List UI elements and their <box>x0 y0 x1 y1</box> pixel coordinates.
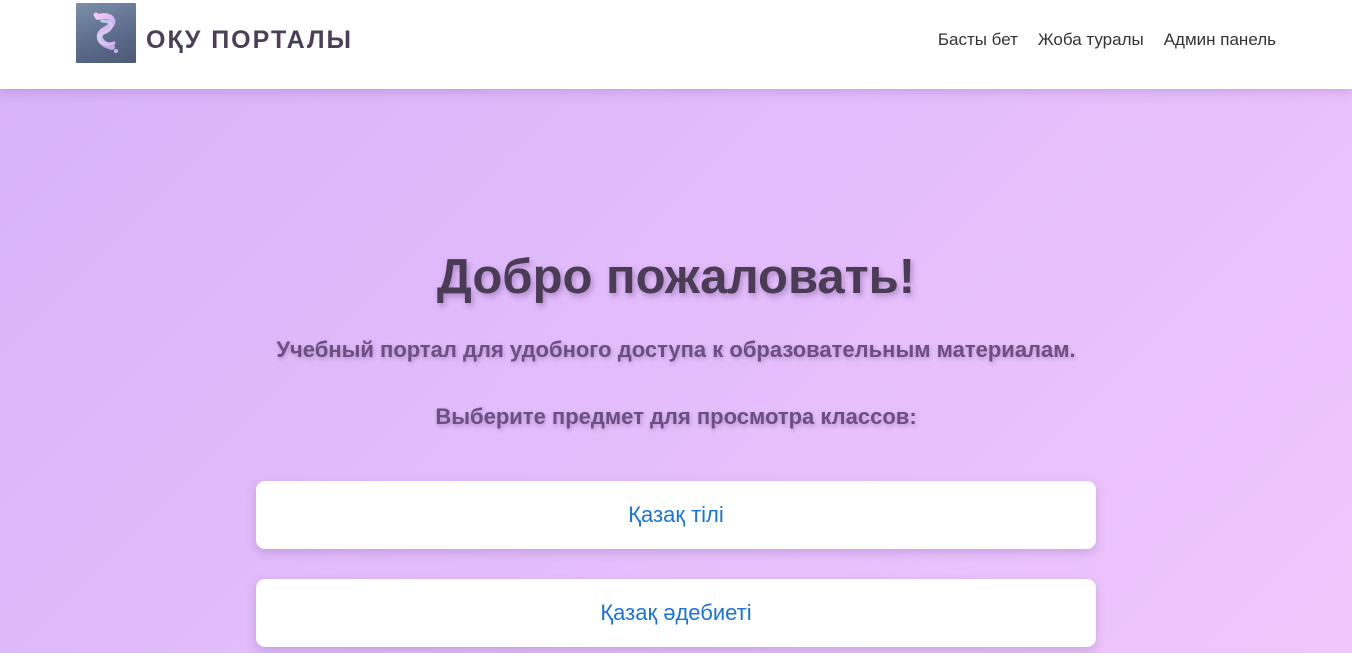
page-title: Добро пожаловать! <box>436 250 916 304</box>
nav-link-home[interactable]: Басты бет <box>938 30 1018 50</box>
subject-button-kazakh-literature[interactable]: Қазақ әдебиеті <box>256 579 1096 647</box>
subject-prompt: Выберите предмет для просмотра классов: <box>435 404 917 429</box>
nav-link-admin[interactable]: Админ панель <box>1164 30 1276 50</box>
hero-subtitle: Учебный портал для удобного доступа к об… <box>276 337 1076 362</box>
nav-link-about[interactable]: Жоба туралы <box>1038 30 1144 50</box>
top-navbar: ОҚУ ПОРТАЛЫ Басты бет Жоба туралы Админ … <box>0 0 1352 89</box>
brand-title[interactable]: ОҚУ ПОРТАЛЫ <box>146 25 353 55</box>
main-nav: Басты бет Жоба туралы Админ панель <box>938 30 1276 50</box>
logo-icon[interactable] <box>76 3 136 63</box>
subject-button-kazakh-language[interactable]: Қазақ тілі <box>256 481 1096 549</box>
